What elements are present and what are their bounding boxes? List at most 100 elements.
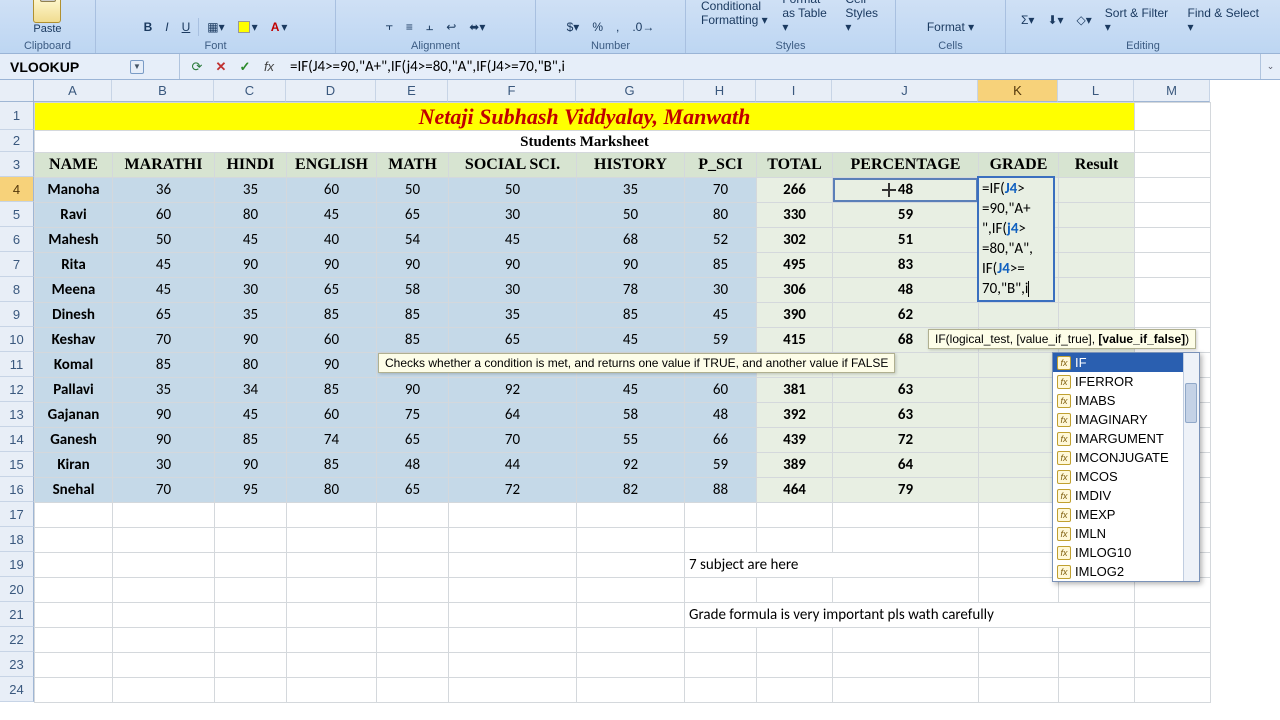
mark-cell[interactable]: 85 — [377, 303, 449, 328]
mark-cell[interactable]: 80 — [287, 478, 377, 503]
mark-cell[interactable]: 44 — [449, 453, 577, 478]
mark-cell[interactable]: 70 — [685, 178, 757, 203]
column-header-B[interactable]: B — [112, 80, 214, 102]
mark-cell[interactable]: 70 — [113, 478, 215, 503]
row-header-18[interactable]: 18 — [0, 527, 34, 552]
result-cell[interactable] — [1059, 228, 1135, 253]
mark-cell[interactable]: 85 — [577, 303, 685, 328]
mark-cell[interactable]: 45 — [449, 228, 577, 253]
name-cell[interactable]: Kiran — [35, 453, 113, 478]
row-header-20[interactable]: 20 — [0, 577, 34, 602]
autocomplete-item[interactable]: fxIF — [1053, 353, 1199, 372]
name-cell[interactable]: Manoha — [35, 178, 113, 203]
grade-cell[interactable] — [979, 453, 1059, 478]
mark-cell[interactable]: 30 — [113, 453, 215, 478]
total-cell[interactable]: 464 — [757, 478, 833, 503]
name-cell[interactable]: Keshav — [35, 328, 113, 353]
column-header-K[interactable]: K — [978, 80, 1058, 102]
mark-cell[interactable]: 85 — [113, 353, 215, 378]
mark-cell[interactable]: 90 — [377, 253, 449, 278]
cell-editor[interactable]: =IF(J4>=90,"A+",IF(j4>=80,"A",IF(J4>=70,… — [977, 176, 1055, 302]
column-header-F[interactable]: F — [448, 80, 576, 102]
mark-cell[interactable]: 72 — [449, 478, 577, 503]
mark-cell[interactable]: 65 — [449, 328, 577, 353]
autocomplete-item[interactable]: fxIMDIV — [1053, 486, 1199, 505]
name-box-input[interactable] — [10, 59, 130, 75]
autocomplete-item[interactable]: fxIMCOS — [1053, 467, 1199, 486]
grade-cell[interactable] — [979, 478, 1059, 503]
mark-cell[interactable]: 34 — [215, 378, 287, 403]
mark-cell[interactable]: 90 — [287, 253, 377, 278]
percentage-cell[interactable]: 83 — [833, 253, 979, 278]
mark-cell[interactable]: 65 — [377, 428, 449, 453]
row-header-6[interactable]: 6 — [0, 227, 34, 252]
percentage-cell[interactable]: 51 — [833, 228, 979, 253]
mark-cell[interactable]: 60 — [113, 203, 215, 228]
row-header-10[interactable]: 10 — [0, 327, 34, 352]
mark-cell[interactable]: 64 — [449, 403, 577, 428]
mark-cell[interactable]: 35 — [215, 178, 287, 203]
mark-cell[interactable]: 65 — [377, 203, 449, 228]
row-header-24[interactable]: 24 — [0, 677, 34, 702]
mark-cell[interactable]: 45 — [577, 378, 685, 403]
wrap-text-button[interactable]: ↩ — [441, 18, 461, 36]
mark-cell[interactable]: 92 — [449, 378, 577, 403]
column-header-A[interactable]: A — [34, 80, 112, 102]
mark-cell[interactable]: 85 — [287, 378, 377, 403]
mark-cell[interactable]: 90 — [449, 253, 577, 278]
mark-cell[interactable]: 78 — [577, 278, 685, 303]
grade-cell[interactable] — [979, 428, 1059, 453]
mark-cell[interactable]: 35 — [577, 178, 685, 203]
mark-cell[interactable]: 45 — [215, 403, 287, 428]
total-cell[interactable]: 266 — [757, 178, 833, 203]
row-header-9[interactable]: 9 — [0, 302, 34, 327]
mark-cell[interactable]: 59 — [685, 453, 757, 478]
mark-cell[interactable]: 35 — [215, 303, 287, 328]
row-header-5[interactable]: 5 — [0, 202, 34, 227]
sort-filter-button[interactable]: Sort & Filter ▾ — [1100, 4, 1180, 36]
mark-cell[interactable]: 50 — [449, 178, 577, 203]
clear-button[interactable]: ◇▾ — [1072, 11, 1097, 29]
font-color-button[interactable]: A▾ — [266, 18, 293, 36]
mark-cell[interactable]: 50 — [577, 203, 685, 228]
note-text[interactable]: Grade formula is very important pls wath… — [685, 603, 1135, 628]
inc-decimal-button[interactable]: .0→ — [627, 18, 659, 36]
result-cell[interactable] — [1059, 178, 1135, 203]
bold-button[interactable]: B — [139, 18, 158, 36]
column-header-I[interactable]: I — [756, 80, 832, 102]
total-cell[interactable]: 389 — [757, 453, 833, 478]
mark-cell[interactable]: 85 — [287, 453, 377, 478]
row-header-2[interactable]: 2 — [0, 130, 34, 152]
name-cell[interactable]: Gajanan — [35, 403, 113, 428]
row-header-19[interactable]: 19 — [0, 552, 34, 577]
mark-cell[interactable]: 90 — [577, 253, 685, 278]
mark-cell[interactable]: 85 — [215, 428, 287, 453]
mark-cell[interactable]: 65 — [113, 303, 215, 328]
mark-cell[interactable]: 30 — [685, 278, 757, 303]
mark-cell[interactable]: 52 — [685, 228, 757, 253]
name-box-dropdown[interactable]: ▼ — [130, 60, 144, 74]
row-header-15[interactable]: 15 — [0, 452, 34, 477]
find-select-button[interactable]: Find & Select ▾ — [1183, 4, 1270, 36]
italic-button[interactable]: I — [160, 18, 173, 36]
mark-cell[interactable]: 88 — [685, 478, 757, 503]
result-cell[interactable] — [1059, 203, 1135, 228]
mark-cell[interactable]: 90 — [113, 428, 215, 453]
autocomplete-item[interactable]: fxIMEXP — [1053, 505, 1199, 524]
mark-cell[interactable]: 70 — [449, 428, 577, 453]
mark-cell[interactable]: 45 — [215, 228, 287, 253]
mark-cell[interactable]: 68 — [577, 228, 685, 253]
comma-button[interactable]: , — [611, 18, 624, 36]
mark-cell[interactable]: 45 — [287, 203, 377, 228]
column-header-D[interactable]: D — [286, 80, 376, 102]
autocomplete-item[interactable]: fxIMAGINARY — [1053, 410, 1199, 429]
row-header-3[interactable]: 3 — [0, 152, 34, 177]
mark-cell[interactable]: 70 — [113, 328, 215, 353]
total-cell[interactable]: 381 — [757, 378, 833, 403]
select-all-corner[interactable] — [0, 80, 34, 102]
grade-cell[interactable] — [979, 353, 1059, 378]
conditional-formatting-button[interactable]: Conditional Formatting ▾ — [696, 0, 774, 29]
mark-cell[interactable]: 92 — [577, 453, 685, 478]
name-cell[interactable]: Ganesh — [35, 428, 113, 453]
autocomplete-item[interactable]: fxIMLN — [1053, 524, 1199, 543]
